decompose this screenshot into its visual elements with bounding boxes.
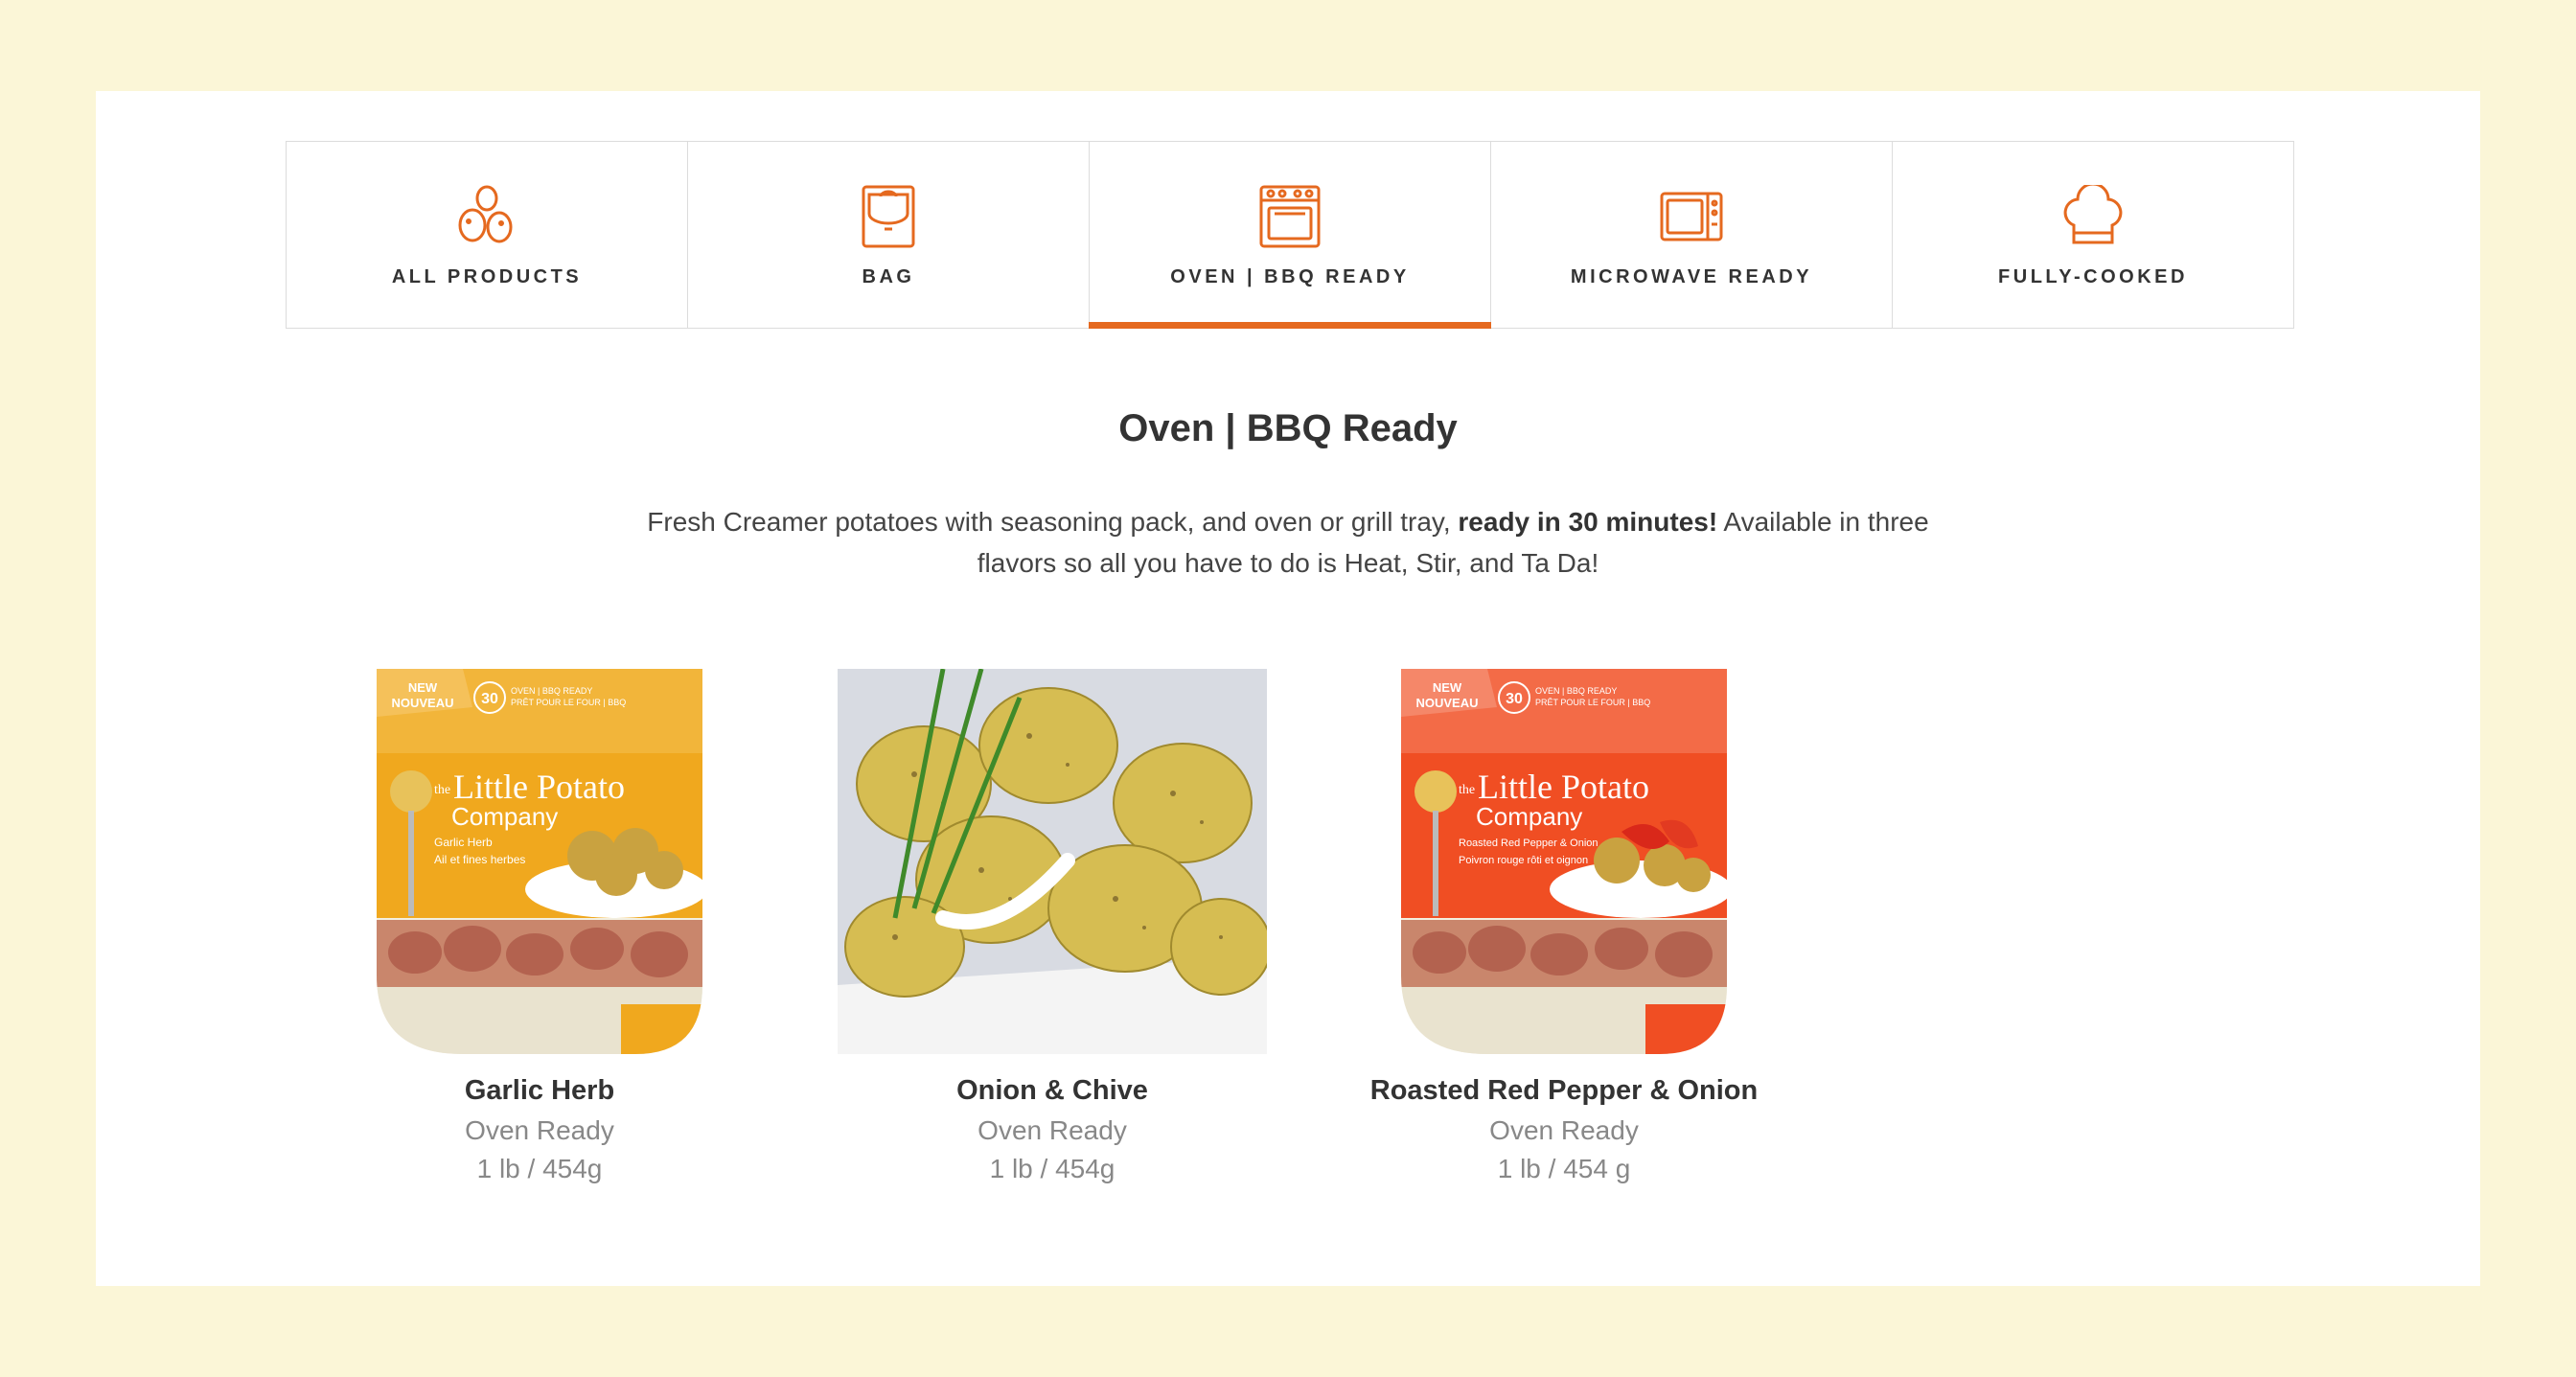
product-type: Oven Ready — [978, 1115, 1127, 1145]
package-flavor: Garlic Herb — [434, 836, 493, 849]
product-card-roasted-red-pepper-onion[interactable]: NEW NOUVEAU 30 OVEN | BBQ READY PRÊT POU… — [1348, 668, 1780, 1189]
tab-microwave-ready[interactable]: MICROWAVE READY — [1491, 142, 1893, 328]
product-type: Oven Ready — [465, 1115, 614, 1145]
section-title: Oven | BBQ Ready — [1118, 407, 1458, 449]
bag-icon — [858, 182, 919, 251]
package-brand: the — [434, 783, 450, 797]
tab-label: OVEN | BBQ READY — [1170, 266, 1410, 287]
package-badge: NOUVEAU — [391, 696, 453, 710]
product-name[interactable]: Garlic Herb — [324, 1074, 755, 1107]
potatoes-icon — [453, 182, 520, 251]
tab-oven-bbq-ready[interactable]: OVEN | BBQ READY — [1089, 142, 1491, 329]
tab-label: ALL PRODUCTS — [391, 266, 583, 287]
package-brand: Company — [1476, 802, 1582, 831]
package-brand: Company — [451, 802, 558, 831]
product-name[interactable]: Roasted Red Pepper & Onion — [1348, 1074, 1780, 1107]
package-top-line: OVEN | BBQ READY — [1535, 686, 1617, 696]
package-flavor: Roasted Red Pepper & Onion — [1459, 838, 1598, 849]
tab-label: MICROWAVE READY — [1570, 266, 1813, 287]
package-brand: Little Potato — [453, 768, 625, 806]
product-size: 1 lb / 454g — [989, 1154, 1116, 1183]
product-card-garlic-herb[interactable]: NEW NOUVEAU 30 OVEN | BBQ READY PRÊT POU… — [324, 668, 755, 1189]
package-minutes: 30 — [1506, 691, 1523, 707]
product-size: 1 lb / 454 g — [1497, 1154, 1631, 1183]
package-top-line: OVEN | BBQ READY — [511, 686, 592, 696]
microwave-icon — [1658, 182, 1725, 251]
package-flavor: Poivron rouge rôti et oignon — [1459, 855, 1588, 866]
section-description: Fresh Creamer potatoes with seasoning pa… — [613, 501, 1963, 584]
product-name[interactable]: Onion & Chive — [837, 1074, 1268, 1107]
tab-label: BAG — [862, 266, 915, 287]
category-tabs: ALL PRODUCTS BAG OVEN | BBQ READY MICROW… — [286, 141, 2294, 329]
package-minutes: 30 — [481, 691, 498, 707]
product-size: 1 lb / 454g — [476, 1154, 603, 1183]
package-flavor: Ail et fines herbes — [434, 853, 525, 866]
product-image[interactable] — [837, 668, 1268, 1055]
tab-all-products[interactable]: ALL PRODUCTS — [287, 142, 688, 328]
tab-fully-cooked[interactable]: FULLY-COOKED — [1893, 142, 2293, 328]
product-image[interactable]: NEW NOUVEAU 30 OVEN | BBQ READY PRÊT POU… — [1348, 668, 1780, 1055]
product-type: Oven Ready — [1489, 1115, 1639, 1145]
package-top-line: PRÊT POUR LE FOUR | BBQ — [511, 698, 626, 707]
package-brand: Little Potato — [1478, 768, 1649, 806]
oven-icon — [1257, 182, 1322, 251]
description-highlight: ready in 30 minutes! — [1458, 507, 1718, 537]
package-badge: NEW — [408, 680, 438, 695]
description-text: Fresh Creamer potatoes with seasoning pa… — [647, 507, 1459, 537]
package-badge: NEW — [1433, 680, 1462, 695]
content-card: ALL PRODUCTS BAG OVEN | BBQ READY MICROW… — [96, 91, 2480, 1286]
package-badge: NOUVEAU — [1415, 696, 1478, 710]
package-brand: the — [1459, 783, 1475, 797]
package-top-line: PRÊT POUR LE FOUR | BBQ — [1535, 698, 1650, 707]
tab-label: FULLY-COOKED — [1998, 266, 2188, 287]
product-image[interactable]: NEW NOUVEAU 30 OVEN | BBQ READY PRÊT POU… — [324, 668, 755, 1055]
tab-bag[interactable]: BAG — [688, 142, 1090, 328]
chef-hat-icon — [2053, 182, 2133, 251]
product-card-onion-chive[interactable]: Onion & Chive Oven Ready 1 lb / 454g — [837, 668, 1268, 1189]
